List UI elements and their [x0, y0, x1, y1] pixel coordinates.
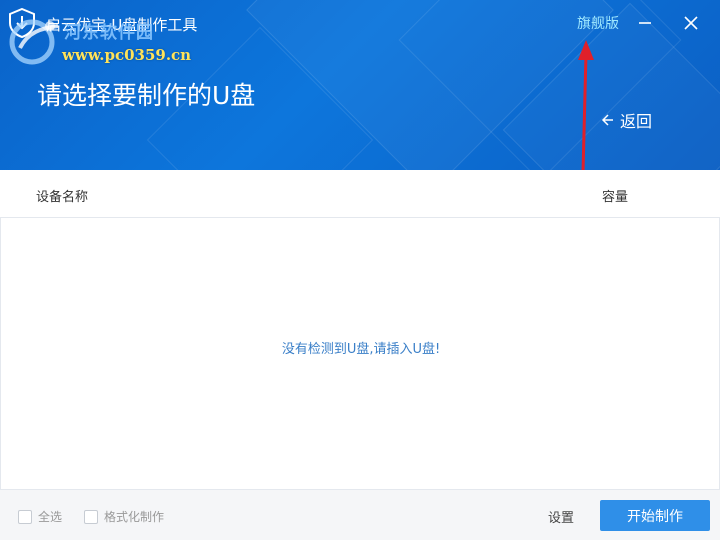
column-header-capacity: 容量 — [602, 190, 629, 205]
checkbox-box[interactable] — [18, 509, 32, 524]
checkbox-box[interactable] — [84, 509, 98, 524]
select-all-label: 全选 — [38, 510, 63, 524]
settings-link[interactable]: 设置 — [548, 507, 574, 526]
footer-bar: 全选 格式化制作 设置 开始制作 — [0, 490, 720, 540]
start-button[interactable]: 开始制作 — [600, 500, 710, 531]
format-label: 格式化制作 — [104, 510, 165, 524]
minimize-icon — [639, 22, 651, 24]
watermark-url: www.pc0359.cn — [62, 46, 192, 64]
header-banner: 启云优宝-U盘制作工具 河东软件园 www.pc0359.cn 旗舰版 请选择要… — [0, 0, 720, 170]
close-button[interactable] — [678, 10, 704, 36]
close-icon — [684, 16, 698, 30]
minimize-button[interactable] — [632, 10, 658, 36]
page-title: 请选择要制作的U盘 — [37, 81, 256, 110]
back-button[interactable]: 返回 — [600, 108, 652, 132]
empty-state-message: 没有检测到U盘,请插入U盘! — [281, 342, 441, 357]
device-list: 没有检测到U盘,请插入U盘! — [0, 218, 720, 490]
device-table-header: 设备名称 容量 — [0, 170, 720, 218]
arrow-left-icon — [601, 114, 613, 126]
select-all-checkbox[interactable]: 全选 — [18, 508, 62, 525]
column-header-device-name: 设备名称 — [36, 190, 89, 205]
annotation-arrow — [578, 40, 594, 173]
watermark-site-name: 河东软件园 — [64, 23, 154, 43]
flagship-edition-link[interactable]: 旗舰版 — [577, 13, 619, 33]
back-label: 返回 — [620, 112, 653, 131]
format-checkbox[interactable]: 格式化制作 — [84, 508, 164, 525]
